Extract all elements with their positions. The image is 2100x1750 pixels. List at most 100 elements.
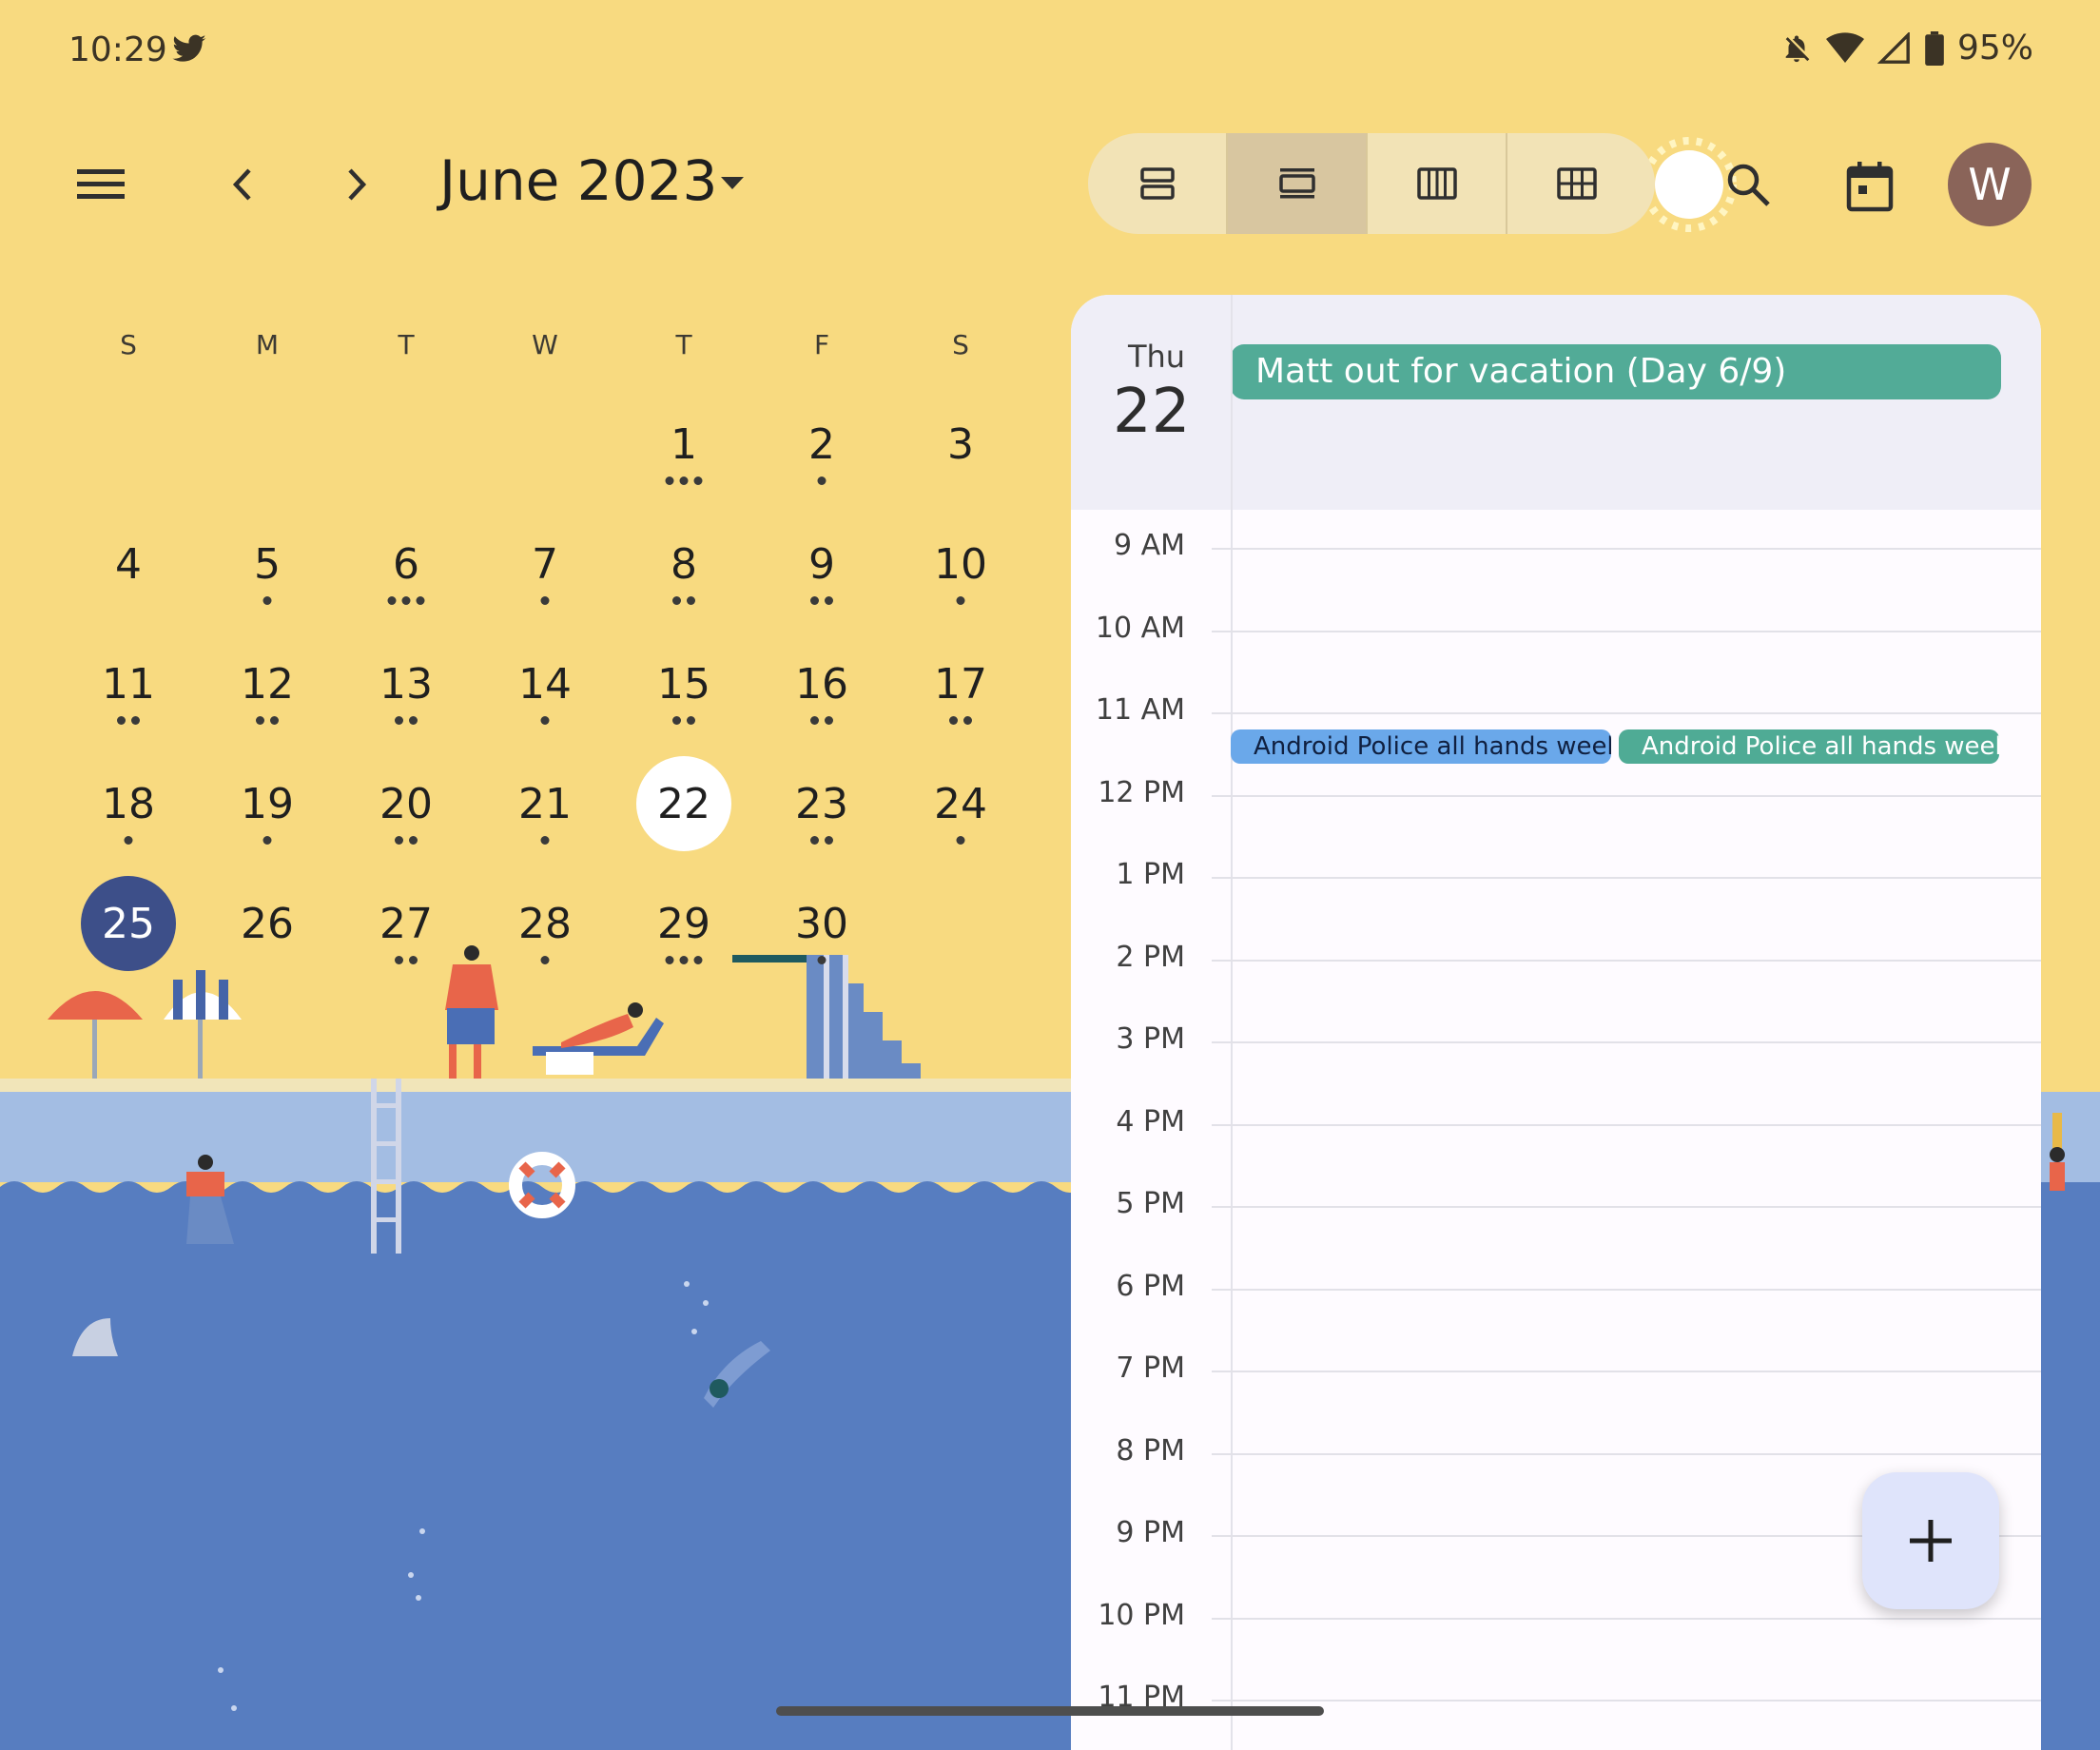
event-dots [949, 716, 972, 728]
previous-month-button[interactable] [215, 152, 268, 217]
event-dot [401, 596, 411, 605]
event-dot [665, 476, 674, 485]
week-view-button[interactable] [1368, 133, 1507, 234]
caret-down-icon[interactable] [721, 177, 744, 190]
hour-gridline [1212, 1700, 2041, 1701]
event-dot [956, 836, 965, 845]
status-bar: 10:29 95% [0, 0, 2100, 105]
event-dot [262, 596, 272, 605]
event-dot [672, 716, 681, 725]
event-dot [540, 956, 550, 964]
calendar-day-25[interactable]: 25 [81, 876, 176, 971]
hour-gridline [1212, 1452, 2041, 1455]
hour-gridline [1212, 548, 2041, 550]
all-day-section: Thu 22 Matt out for vacation (Day 6/9) [1071, 295, 2041, 510]
event-dots [540, 716, 550, 728]
month-title[interactable]: June 2023 [439, 148, 717, 213]
event-dot [262, 836, 272, 845]
weekday-header: W [532, 329, 558, 360]
twitter-icon [172, 34, 206, 62]
event-dot [963, 716, 972, 725]
calendar-day-22[interactable]: 22 [636, 756, 731, 851]
hour-gridline [1212, 1206, 2041, 1208]
schedule-view-button[interactable] [1088, 133, 1228, 234]
event-dots [387, 596, 425, 608]
event-dots [956, 596, 965, 608]
wifi-icon [1825, 31, 1864, 63]
hour-label: 3 PM [1116, 1022, 1185, 1056]
chevron-left-icon [232, 168, 251, 201]
event-dot [665, 956, 674, 964]
week-view-icon [1416, 167, 1457, 200]
day-number[interactable]: 22 [1113, 377, 1190, 447]
search-button[interactable] [1721, 152, 1775, 217]
event-dots [810, 716, 833, 728]
battery-icon [1925, 30, 1944, 66]
hour-gridline [1212, 712, 2041, 714]
event-dots [117, 716, 140, 728]
event-dots [124, 836, 133, 847]
search-icon [1727, 164, 1770, 206]
event-dot [387, 596, 397, 605]
hour-gridline [1212, 959, 2041, 962]
event-dot [810, 596, 819, 605]
event-dot [409, 716, 418, 725]
hour-label: 11 AM [1095, 693, 1185, 727]
hour-gridline [1212, 1288, 2041, 1291]
event-dot [679, 956, 689, 964]
event-dot [825, 596, 833, 605]
weekday-header: T [398, 329, 415, 360]
hour-gridline [1212, 1041, 2041, 1043]
hour-gridline [1212, 630, 2041, 632]
day-weekday: Thu [1127, 339, 1186, 375]
hour-gridline [1212, 1371, 2041, 1372]
chevron-right-icon [348, 168, 367, 201]
bell-off-icon [1785, 35, 1810, 62]
calendar-app: 10:29 95% June 2023 W S M T W T F S 1 2 … [0, 0, 2100, 1750]
hour-label: 1 PM [1116, 858, 1185, 891]
event-dot [817, 476, 826, 485]
event-dot [124, 836, 133, 845]
account-avatar[interactable]: W [1948, 143, 2032, 226]
create-event-button[interactable] [1862, 1472, 1999, 1609]
event-dots [665, 956, 703, 967]
hour-label: 7 PM [1116, 1351, 1185, 1385]
month-view-button[interactable] [1507, 133, 1645, 234]
event-dot [395, 836, 403, 845]
weekday-header: S [120, 329, 137, 360]
battery-percent: 95% [1956, 29, 2033, 68]
calendar-day-4[interactable]: 4 [81, 516, 176, 612]
jump-to-today-button[interactable] [1841, 156, 1898, 217]
home-indicator[interactable] [776, 1706, 1324, 1716]
event-dots [256, 716, 279, 728]
schedule-view-icon [1139, 167, 1175, 200]
hour-label: 6 PM [1116, 1269, 1185, 1303]
hour-gridline [1212, 1123, 2041, 1126]
day-view-button[interactable] [1228, 133, 1368, 234]
view-mode-switcher [1088, 133, 1655, 234]
event-dots [395, 716, 418, 728]
event-dot [131, 716, 140, 725]
event-dot [687, 596, 695, 605]
event-dot [540, 836, 550, 845]
calendar-day-3[interactable]: 3 [913, 397, 1008, 492]
next-month-button[interactable] [331, 152, 384, 217]
event-dots [395, 836, 418, 847]
event-chip[interactable]: Android Police all hands weekly [1619, 729, 1999, 764]
event-chip[interactable]: Android Police all hands weekly [1231, 729, 1611, 764]
all-day-event[interactable]: Matt out for vacation (Day 6/9) [1231, 344, 2001, 399]
calendar-today-icon [1846, 162, 1894, 212]
event-dot [810, 836, 819, 845]
signal-icon [1876, 31, 1910, 64]
event-dot [825, 836, 833, 845]
status-icons: 95% [1780, 29, 2033, 68]
hour-label: 4 PM [1116, 1104, 1185, 1138]
event-dot [409, 836, 418, 845]
hour-label: 5 PM [1116, 1187, 1185, 1220]
event-dot [693, 476, 703, 485]
calendar-day-26[interactable]: 26 [220, 876, 315, 971]
event-dot [416, 596, 425, 605]
menu-button[interactable] [67, 152, 135, 217]
event-dots [956, 836, 965, 847]
event-dots [810, 836, 833, 847]
